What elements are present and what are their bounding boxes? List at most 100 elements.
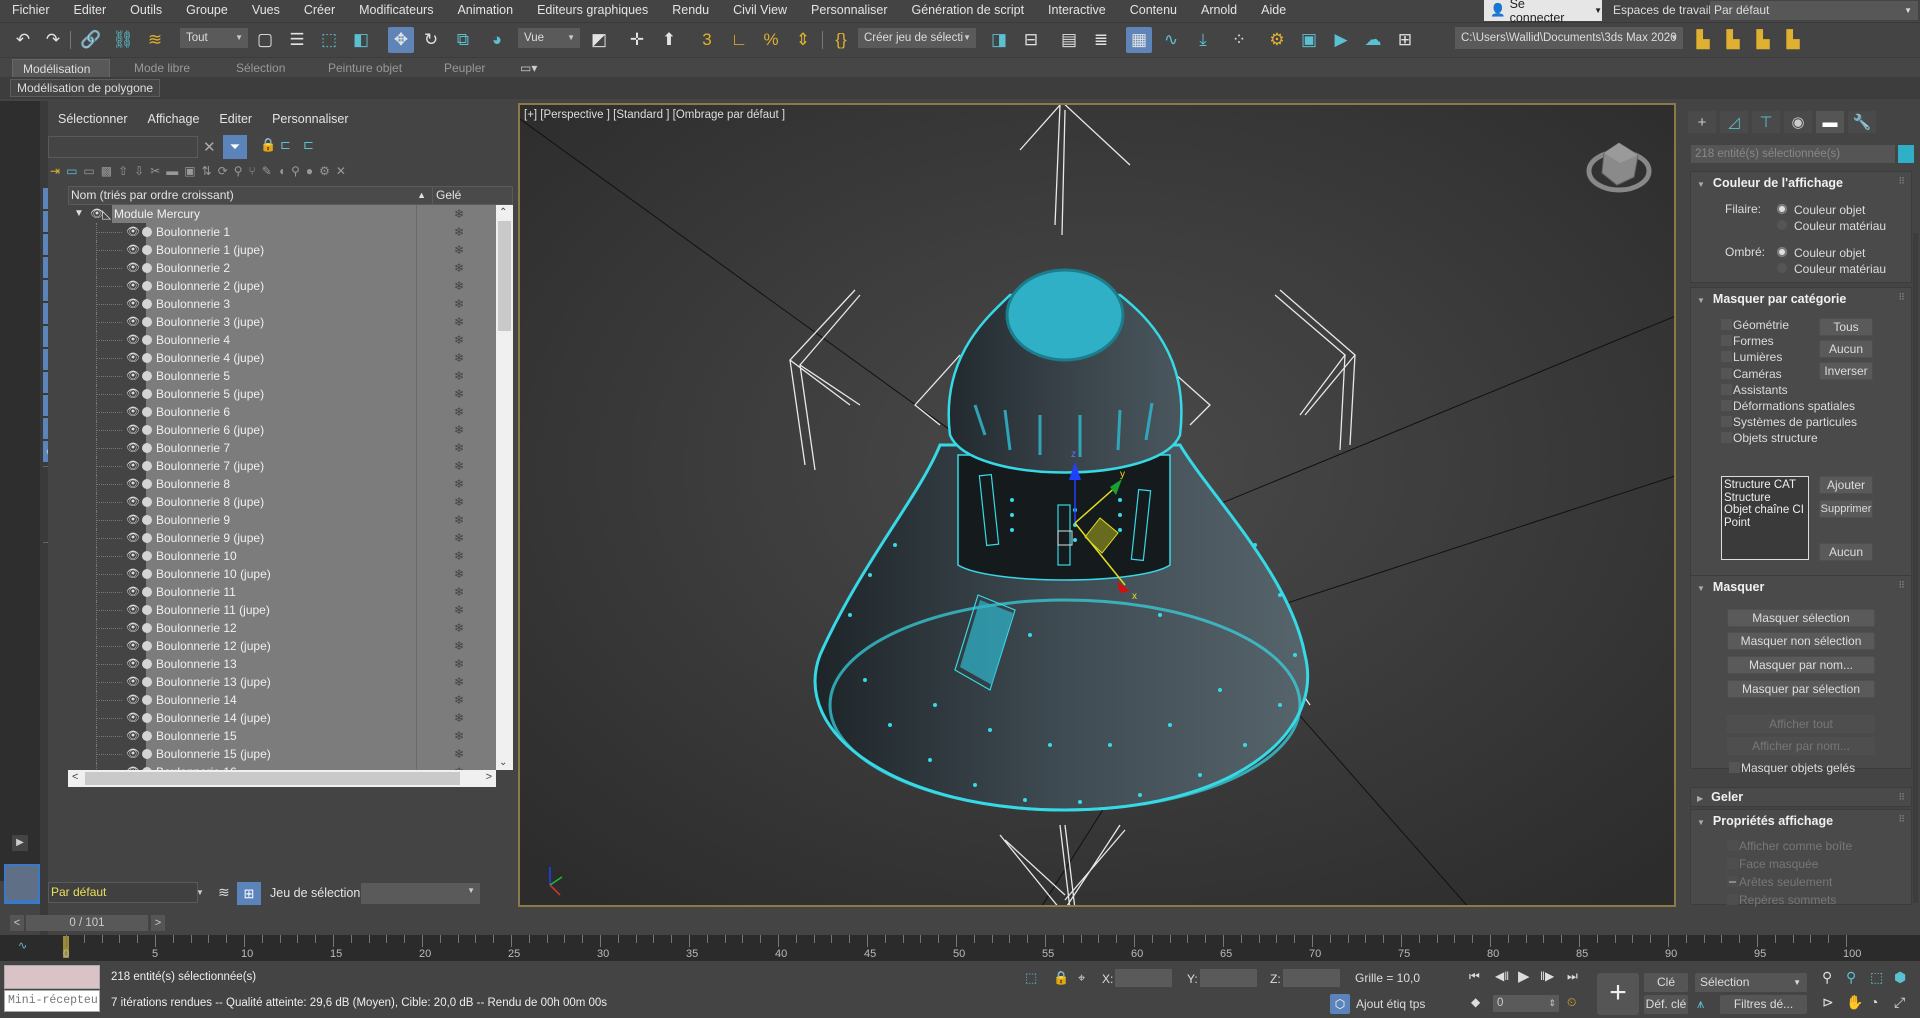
tree-row[interactable]: 👁 Boulonnerie 12 (jupe) ❄ bbox=[68, 637, 496, 655]
visibility-eye-icon[interactable]: 👁 bbox=[126, 385, 140, 403]
key-mode-toggle-icon[interactable]: ◆ bbox=[1471, 995, 1480, 1009]
motion-tab-icon[interactable]: ◉ bbox=[1784, 111, 1812, 133]
tools-off-icon[interactable]: ✕ bbox=[336, 164, 346, 184]
window-crossing-icon[interactable]: ◧ bbox=[348, 27, 374, 53]
tree-row[interactable]: 👁 Boulonnerie 14 (jupe) ❄ bbox=[68, 709, 496, 727]
add-time-tag-icon[interactable]: ⬡ bbox=[1330, 994, 1350, 1014]
angle-snap-icon[interactable]: ∟ bbox=[726, 27, 752, 53]
category-list-item[interactable]: Structure bbox=[1724, 492, 1806, 505]
project-structure-icon[interactable]: ▙ bbox=[1780, 27, 1806, 53]
tree-row[interactable]: 👁 Boulonnerie 8 (jupe) ❄ bbox=[68, 493, 496, 511]
isolate-selection-icon[interactable]: ⬚ bbox=[1025, 970, 1037, 986]
x-coord-field[interactable] bbox=[1115, 969, 1172, 987]
freeze-icon[interactable]: ❄ bbox=[454, 727, 464, 745]
tree-row[interactable]: 👁 Boulonnerie 7 ❄ bbox=[68, 439, 496, 457]
folder-icon[interactable]: ▬ bbox=[166, 164, 178, 184]
select-object-icon[interactable]: ▢ bbox=[252, 27, 278, 53]
drag-handle-icon[interactable]: ⠿ bbox=[1898, 176, 1905, 187]
freeze-icon[interactable]: ❄ bbox=[454, 475, 464, 493]
import-icon[interactable]: ⇩ bbox=[134, 164, 144, 184]
category-none-button[interactable]: Aucun bbox=[1819, 543, 1873, 561]
key-filters-button[interactable]: Filtres dé... bbox=[1720, 995, 1807, 1014]
project-path-select[interactable]: C:\Users\Wallid\Documents\3ds Max 2020 ▼ bbox=[1455, 27, 1683, 49]
next-frame-button[interactable]: > bbox=[151, 915, 165, 931]
speech-icon[interactable]: ◖ bbox=[278, 164, 285, 184]
backface-cull-checkbox[interactable] bbox=[1727, 858, 1738, 869]
category-list[interactable]: Structure CAT Structure Objet chaîne CI Poi… bbox=[1721, 476, 1809, 560]
selection-filter-select[interactable]: Tout ▼ bbox=[180, 28, 248, 48]
invert-button[interactable]: Inverser bbox=[1819, 362, 1873, 380]
menu-groupe[interactable]: Groupe bbox=[174, 0, 240, 20]
tree-row[interactable]: 👁 Boulonnerie 13 ❄ bbox=[68, 655, 496, 673]
visibility-eye-icon[interactable]: 👁 bbox=[126, 727, 140, 745]
hierarchy-expand-icon[interactable]: ⊏ bbox=[303, 137, 314, 153]
freeze-icon[interactable]: ❄ bbox=[454, 619, 464, 637]
menu-outils[interactable]: Outils bbox=[118, 0, 174, 20]
keyboard-shortcut-override-icon[interactable]: ⬆ bbox=[656, 27, 682, 53]
menu-civil-view[interactable]: Civil View bbox=[721, 0, 799, 20]
sort-by-hierarchy-icon[interactable]: ⊞ bbox=[237, 882, 261, 905]
category-checkbox[interactable] bbox=[1721, 383, 1732, 395]
auto-key-button[interactable]: Clé auto bbox=[1644, 973, 1688, 1008]
tree-row[interactable]: 👁 Boulonnerie 13 (jupe) ❄ bbox=[68, 673, 496, 691]
filter-icon[interactable]: ⏷ bbox=[223, 135, 247, 159]
remove-category-button[interactable]: Supprimer bbox=[1819, 500, 1873, 518]
visibility-eye-icon[interactable]: 👁 bbox=[126, 457, 140, 475]
freeze-icon[interactable]: ❄ bbox=[454, 223, 464, 241]
tree-row[interactable]: 👁 Boulonnerie 7 (jupe) ❄ bbox=[68, 457, 496, 475]
reference-coord-select[interactable]: Vue ▼ bbox=[518, 28, 580, 48]
save-icon[interactable]: ▣ bbox=[184, 164, 195, 184]
display-as-box-checkbox[interactable] bbox=[1727, 840, 1738, 851]
freeze-icon[interactable]: ❄ bbox=[454, 205, 464, 223]
tree-row[interactable]: 👁 Boulonnerie 8 ❄ bbox=[68, 475, 496, 493]
freeze-icon[interactable]: ❄ bbox=[454, 403, 464, 421]
unhide-by-name-button[interactable]: Afficher par nom... bbox=[1727, 737, 1875, 755]
rollout-title[interactable]: ▼ Propriétés affichage bbox=[1697, 814, 1833, 828]
polygon-modeling-button[interactable]: Modélisation de polygone bbox=[10, 79, 161, 97]
link-tool-icon[interactable]: ⚲ bbox=[234, 164, 243, 184]
hierarchy-tab-icon[interactable]: ⊤ bbox=[1752, 111, 1780, 133]
expand-arrow-icon[interactable]: ▶ bbox=[12, 835, 28, 851]
tree-row[interactable]: 👁 Boulonnerie 6 ❄ bbox=[68, 403, 496, 421]
tree-row[interactable]: 👁 Boulonnerie 4 ❄ bbox=[68, 331, 496, 349]
orbit-icon[interactable]: ◔ bbox=[1870, 994, 1878, 1010]
pan-hand-icon[interactable]: ✋ bbox=[1846, 994, 1863, 1011]
tab-peinture-objet[interactable]: Peinture objet bbox=[318, 59, 412, 78]
undo-icon[interactable]: ↶ bbox=[10, 27, 36, 53]
maxscript-listener-input[interactable]: Mini-récepteur bbox=[4, 990, 100, 1012]
tab-mode-libre[interactable]: Mode libre bbox=[124, 59, 200, 78]
prev-frame-button[interactable]: < bbox=[10, 915, 24, 931]
unhide-all-button[interactable]: Afficher tout bbox=[1727, 715, 1875, 733]
scroll-up-icon[interactable]: ⌃ bbox=[499, 207, 507, 218]
wire-material-color-radio[interactable] bbox=[1777, 220, 1787, 230]
rollout-title[interactable]: ▼ Masquer par catégorie bbox=[1697, 292, 1846, 306]
drag-handle-icon[interactable]: ⠿ bbox=[1898, 814, 1905, 825]
zoom-extents-all-icon[interactable]: ⬢ bbox=[1894, 969, 1906, 986]
visibility-eye-icon[interactable]: 👁 bbox=[126, 655, 140, 673]
add-category-button[interactable]: Ajouter bbox=[1819, 476, 1873, 494]
viewport-perspective[interactable]: [+] [Perspective ] [Standard ] [Ombrage … bbox=[518, 103, 1676, 907]
explorer-menu-display[interactable]: Affichage bbox=[148, 112, 200, 126]
visibility-eye-icon[interactable]: 👁 bbox=[126, 349, 140, 367]
search-tool-icon[interactable]: ⚲ bbox=[291, 164, 300, 184]
set-keys-button[interactable]: + bbox=[1597, 973, 1639, 1015]
visibility-eye-icon[interactable]: 👁 bbox=[126, 673, 140, 691]
freeze-icon[interactable]: ❄ bbox=[454, 331, 464, 349]
freeze-icon[interactable]: ❄ bbox=[454, 313, 464, 331]
freeze-icon[interactable]: ❄ bbox=[454, 367, 464, 385]
percent-snap-icon[interactable]: % bbox=[758, 27, 784, 53]
set-key-button[interactable]: Déf. clé bbox=[1644, 995, 1688, 1014]
visibility-eye-icon[interactable]: 👁 bbox=[126, 223, 140, 241]
visibility-eye-icon[interactable]: 👁 bbox=[126, 547, 140, 565]
selection-lock-icon[interactable]: 🔒 bbox=[1053, 970, 1069, 986]
rollout-title[interactable]: ▶ Geler bbox=[1697, 790, 1743, 804]
tree-row[interactable]: 👁 Boulonnerie 1 (jupe) ❄ bbox=[68, 241, 496, 259]
pen-icon[interactable]: ✎ bbox=[262, 164, 272, 184]
category-list-item[interactable]: Point bbox=[1724, 517, 1806, 530]
default-in-out-tangents-icon[interactable]: ⩚ bbox=[1697, 996, 1704, 1012]
visibility-eye-icon[interactable]: 👁 bbox=[126, 565, 140, 583]
snap-toggle-icon[interactable]: 3 bbox=[694, 27, 720, 53]
tree-row[interactable]: 👁 Boulonnerie 10 ❄ bbox=[68, 547, 496, 565]
freeze-icon[interactable]: ❄ bbox=[454, 457, 464, 475]
rendered-frame-window-icon[interactable]: ▣ bbox=[1296, 27, 1322, 53]
